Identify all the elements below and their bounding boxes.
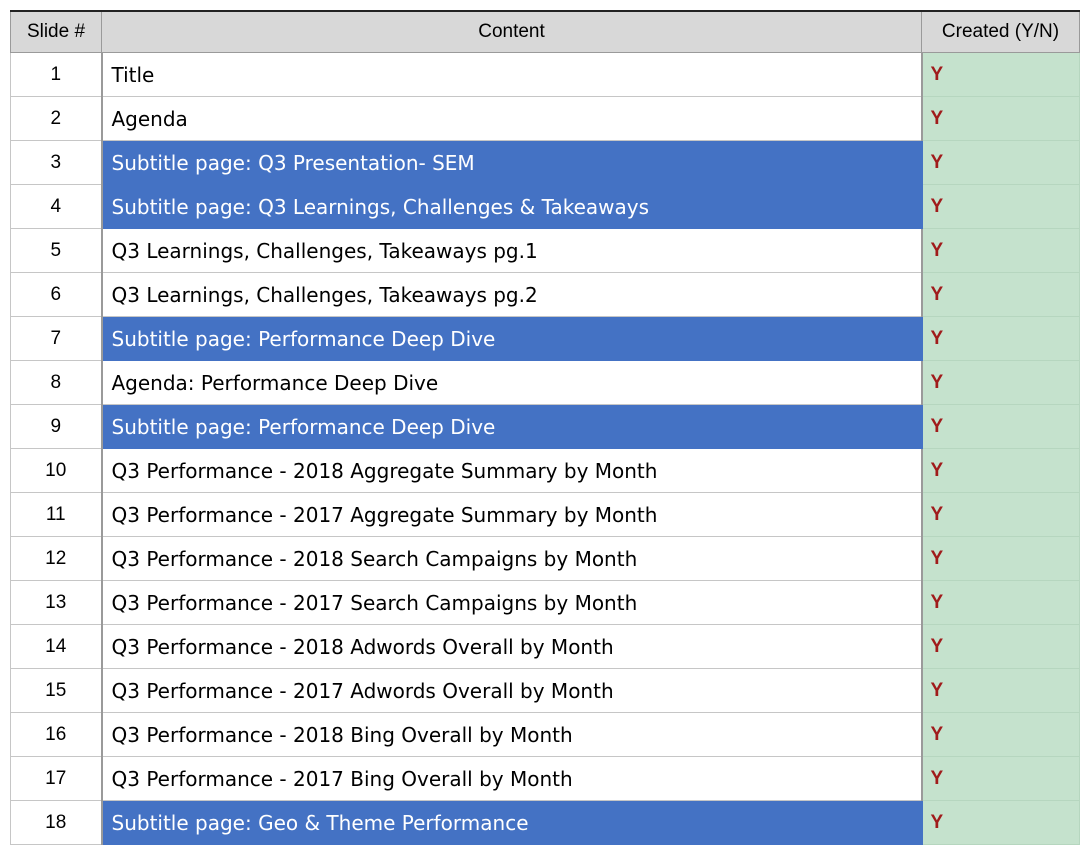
content-cell[interactable]: Subtitle page: Performance Deep Dive [101,316,923,361]
slide-number-cell[interactable]: 4 [10,184,103,229]
content-cell[interactable]: Subtitle page: Performance Deep Dive [101,404,923,449]
slide-number-cell[interactable]: 9 [10,404,103,449]
table-row: 3 Subtitle page: Q3 Presentation- SEM Y [10,140,1080,185]
table-row: 15 Q3 Performance - 2017 Adwords Overall … [10,668,1080,713]
table-row: 18 Subtitle page: Geo & Theme Performance… [10,800,1080,845]
created-cell[interactable]: Y [921,536,1080,581]
table-row: 10 Q3 Performance - 2018 Aggregate Summar… [10,448,1080,493]
created-cell[interactable]: Y [921,624,1080,669]
table-row: 5 Q3 Learnings, Challenges, Takeaways pg.… [10,228,1080,273]
slide-number-cell[interactable]: 8 [10,360,103,405]
slide-number-cell[interactable]: 14 [10,624,103,669]
content-cell[interactable]: Q3 Performance - 2018 Bing Overall by Mo… [101,712,923,757]
content-cell[interactable]: Title [101,52,923,97]
content-cell[interactable]: Q3 Performance - 2017 Adwords Overall by… [101,668,923,713]
slide-number-cell[interactable]: 12 [10,536,103,581]
content-cell[interactable]: Subtitle page: Geo & Theme Performance [101,800,923,845]
created-cell[interactable]: Y [921,360,1080,405]
table-row: 4 Subtitle page: Q3 Learnings, Challenges… [10,184,1080,229]
created-cell[interactable]: Y [921,712,1080,757]
content-cell[interactable]: Subtitle page: Q3 Learnings, Challenges … [101,184,923,229]
created-cell[interactable]: Y [921,96,1080,141]
content-cell[interactable]: Q3 Performance - 2017 Aggregate Summary … [101,492,923,537]
created-cell[interactable]: Y [921,448,1080,493]
table-row: 14 Q3 Performance - 2018 Adwords Overall … [10,624,1080,669]
slide-number-cell[interactable]: 13 [10,580,103,625]
content-cell[interactable]: Agenda: Performance Deep Dive [101,360,923,405]
table-row: 6 Q3 Learnings, Challenges, Takeaways pg.… [10,272,1080,317]
header-row: Slide # Content Created (Y/N) [10,10,1080,53]
table-row: 2 Agenda Y [10,96,1080,141]
slide-number-cell[interactable]: 18 [10,800,103,845]
created-cell[interactable]: Y [921,140,1080,185]
table-row: 7 Subtitle page: Performance Deep Dive Y [10,316,1080,361]
slide-number-cell[interactable]: 15 [10,668,103,713]
created-cell[interactable]: Y [921,404,1080,449]
content-cell[interactable]: Q3 Learnings, Challenges, Takeaways pg.2 [101,272,923,317]
created-cell[interactable]: Y [921,52,1080,97]
created-cell[interactable]: Y [921,228,1080,273]
table-row: 12 Q3 Performance - 2018 Search Campaigns… [10,536,1080,581]
table-row: 8 Agenda: Performance Deep Dive Y [10,360,1080,405]
content-cell[interactable]: Agenda [101,96,923,141]
slide-number-cell[interactable]: 10 [10,448,103,493]
slide-number-cell[interactable]: 3 [10,140,103,185]
created-cell[interactable]: Y [921,492,1080,537]
slide-number-cell[interactable]: 11 [10,492,103,537]
content-cell[interactable]: Subtitle page: Q3 Presentation- SEM [101,140,923,185]
created-cell[interactable]: Y [921,668,1080,713]
slide-number-cell[interactable]: 6 [10,272,103,317]
table-row: 11 Q3 Performance - 2017 Aggregate Summar… [10,492,1080,537]
created-cell[interactable]: Y [921,272,1080,317]
slide-number-cell[interactable]: 2 [10,96,103,141]
content-cell[interactable]: Q3 Performance - 2017 Search Campaigns b… [101,580,923,625]
content-cell[interactable]: Q3 Performance - 2017 Bing Overall by Mo… [101,756,923,801]
content-cell[interactable]: Q3 Performance - 2018 Search Campaigns b… [101,536,923,581]
slide-tracker-table: Slide # Content Created (Y/N) 1 Title Y 2 Ag… [10,10,1080,845]
content-cell[interactable]: Q3 Learnings, Challenges, Takeaways pg.1 [101,228,923,273]
content-cell[interactable]: Q3 Performance - 2018 Adwords Overall by… [101,624,923,669]
content-cell[interactable]: Q3 Performance - 2018 Aggregate Summary … [101,448,923,493]
table-row: 13 Q3 Performance - 2017 Search Campaigns… [10,580,1080,625]
table-row: 1 Title Y [10,52,1080,97]
table-row: 9 Subtitle page: Performance Deep Dive Y [10,404,1080,449]
header-created[interactable]: Created (Y/N) [921,10,1080,53]
slide-number-cell[interactable]: 16 [10,712,103,757]
slide-number-cell[interactable]: 7 [10,316,103,361]
slide-number-cell[interactable]: 5 [10,228,103,273]
slide-number-cell[interactable]: 17 [10,756,103,801]
created-cell[interactable]: Y [921,580,1080,625]
created-cell[interactable]: Y [921,800,1080,845]
header-slide-number[interactable]: Slide # [10,10,102,53]
table-row: 17 Q3 Performance - 2017 Bing Overall by … [10,756,1080,801]
header-content[interactable]: Content [101,10,922,53]
created-cell[interactable]: Y [921,316,1080,361]
table-row: 16 Q3 Performance - 2018 Bing Overall by … [10,712,1080,757]
created-cell[interactable]: Y [921,184,1080,229]
slide-number-cell[interactable]: 1 [10,52,103,97]
created-cell[interactable]: Y [921,756,1080,801]
